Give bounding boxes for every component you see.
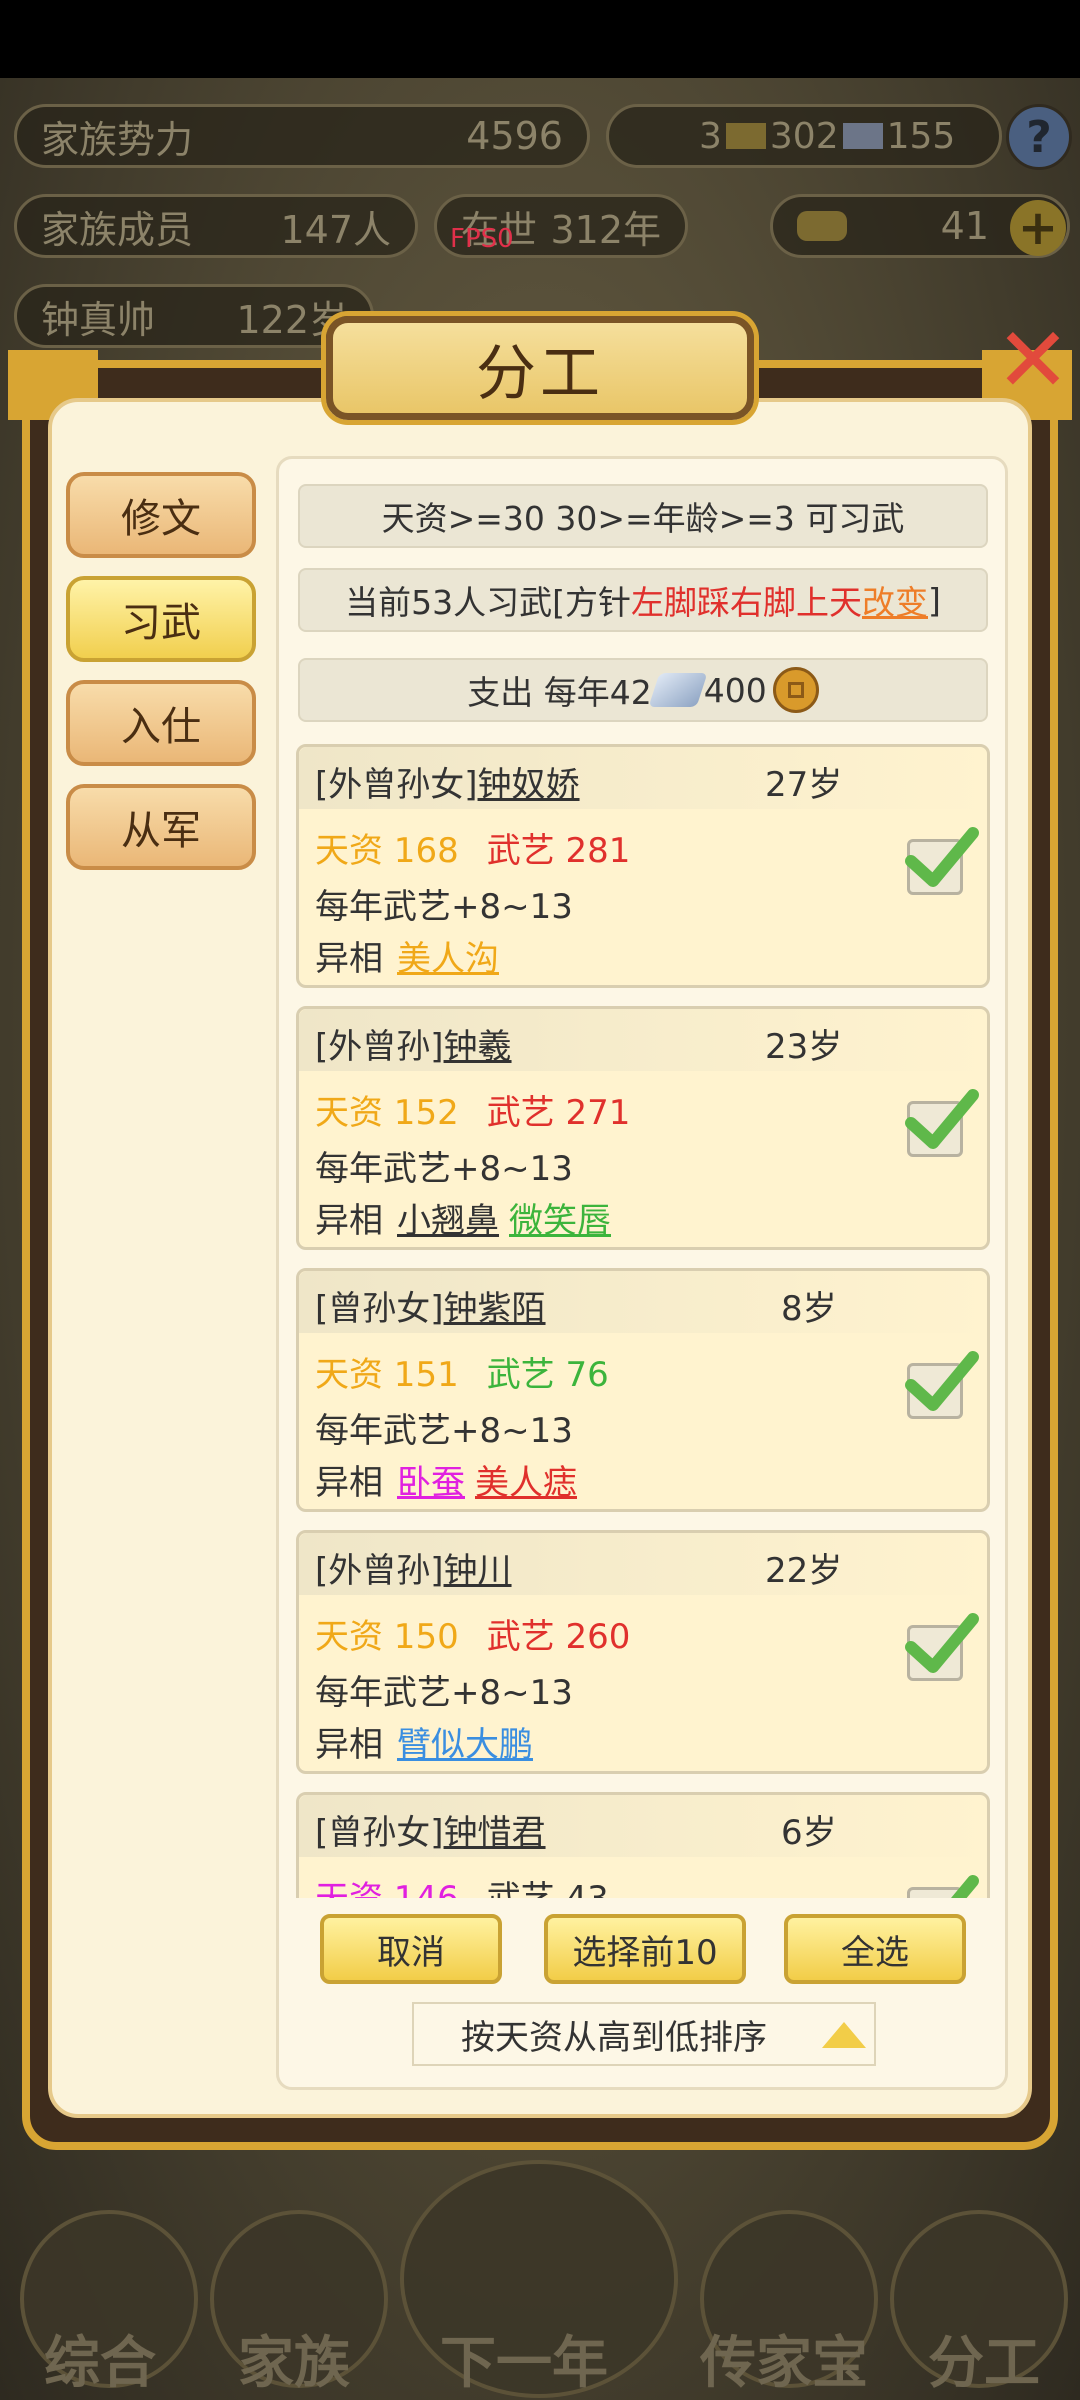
tab-study[interactable]: 修文	[66, 472, 256, 558]
members-label: 家族成员	[41, 207, 194, 252]
candidate-traits: 异相 小翘鼻 微笑唇	[315, 1201, 611, 1241]
dialog-title: 分工	[476, 338, 604, 409]
fps-counter: FPS0	[450, 224, 514, 254]
candidate-age: 6岁	[781, 1813, 837, 1853]
candidate-name: [外曾孙]钟川	[315, 1551, 512, 1591]
nav-division-label: 分工	[928, 2331, 1040, 2396]
sort-label: 按天资从高到低排序	[461, 2017, 767, 2058]
requirement-bar: 天资>=30 30>=年龄>=3 可习武	[298, 484, 988, 548]
current-policy-bar: 当前53人习武[方针 左脚踩右脚上天 改变]	[298, 568, 988, 632]
clan-power-pill: 家族势力 4596	[14, 104, 590, 168]
nav-general-label: 综合	[44, 2331, 156, 2396]
dialog-title-plate: 分工	[326, 316, 754, 420]
members-pill: 家族成员 147人	[14, 194, 418, 258]
select-all-button[interactable]: 全选	[784, 1914, 966, 1984]
tab-army[interactable]: 从军	[66, 784, 256, 870]
candidate-growth: 每年武艺+8~13	[315, 1673, 573, 1713]
sort-dropdown[interactable]: 按天资从高到低排序	[412, 2002, 876, 2066]
silver-ingot-icon	[842, 123, 883, 149]
candidate-name: [外曾孙]钟羲	[315, 1027, 512, 1067]
gold-ingot-icon	[725, 123, 766, 149]
candidate-stats: 天资 146武艺 43	[315, 1871, 609, 1898]
add-ingot-icon[interactable]: +	[1010, 200, 1066, 256]
select-top10-button[interactable]: 选择前10	[544, 1914, 746, 1984]
candidate-traits: 异相 美人沟	[315, 939, 499, 979]
expense-label: 支出 每年42	[467, 673, 652, 712]
checkmark-icon	[905, 827, 979, 887]
nav-next-year-label: 下一年	[440, 2331, 608, 2396]
copper-coin-icon	[772, 667, 819, 713]
candidate-growth: 每年武艺+8~13	[315, 1149, 573, 1189]
clan-power-value: 4596	[466, 114, 563, 158]
candidate-growth: 每年武艺+8~13	[315, 887, 573, 927]
expense-coin: 400	[703, 670, 767, 710]
current-policy: 左脚踩右脚上天	[631, 583, 862, 622]
candidate-growth: 每年武艺+8~13	[315, 1411, 573, 1451]
candidate-age: 22岁	[765, 1551, 843, 1591]
list-item[interactable]: [外曾孙女]钟奴娇 27岁 天资 168 武艺 281 每年武艺+8~13 异相美…	[296, 744, 990, 988]
leader-pill: 钟真帅 122岁	[14, 284, 374, 348]
silver-value: 302	[769, 115, 839, 157]
tab-martial[interactable]: 习武	[66, 576, 256, 662]
currency-pill: 3 302 155	[606, 104, 1002, 168]
requirement-text: 天资>=30 30>=年龄>=3 可习武	[381, 499, 905, 538]
ingot-value: 41	[940, 204, 989, 248]
candidate-stats: 天资 151 武艺 76	[315, 1355, 609, 1395]
list-item[interactable]: [曾孙女]钟紫陌 8岁 天资 151 武艺 76 每年武艺+8~13 异相 卧蚕 美人…	[296, 1268, 990, 1512]
list-item[interactable]: [曾孙女]钟惜君 6岁 天资 146武艺 43	[296, 1792, 990, 1898]
tab-office[interactable]: 入仕	[66, 680, 256, 766]
coin-value: 155	[886, 115, 956, 157]
checkmark-icon	[951, 1875, 979, 1898]
candidate-stats: 天资 152 武艺 271	[315, 1093, 631, 1133]
list-item[interactable]: [外曾孙]钟川 22岁 天资 150 武艺 260 每年武艺+8~13 异相 臂似大…	[296, 1530, 990, 1774]
candidate-stats: 天资 168 武艺 281	[315, 831, 631, 871]
candidate-list[interactable]: [外曾孙女]钟奴娇 27岁 天资 168 武艺 281 每年武艺+8~13 异相美…	[296, 744, 992, 1898]
checkmark-icon	[905, 1613, 979, 1673]
candidate-age: 23岁	[765, 1027, 843, 1067]
generation-value: 312年	[550, 207, 661, 252]
ingot-icon	[797, 211, 847, 241]
list-item[interactable]: [外曾孙]钟羲 23岁 天资 152 武艺 271 每年武艺+8~13 异相 小翘鼻…	[296, 1006, 990, 1250]
candidate-stats: 天资 150 武艺 260	[315, 1617, 631, 1657]
clan-power-label: 家族势力	[41, 117, 194, 162]
close-icon[interactable]: ✕	[990, 316, 1076, 406]
checkmark-icon	[905, 1351, 979, 1411]
candidate-name: [曾孙女]钟惜君	[315, 1813, 546, 1853]
members-value: 147人	[280, 207, 391, 252]
candidate-name: [曾孙女]钟紫陌	[315, 1289, 546, 1329]
silver-ingot-icon	[648, 673, 708, 707]
checkmark-icon	[905, 1089, 979, 1149]
candidate-age: 8岁	[781, 1289, 837, 1329]
current-suffix: ]	[928, 580, 941, 620]
gold-value: 3	[699, 115, 722, 157]
current-prefix: 当前53人习武[方针	[345, 583, 631, 622]
leader-name: 钟真帅	[41, 297, 156, 342]
candidate-traits: 异相 臂似大鹏	[315, 1725, 533, 1765]
help-icon[interactable]: ?	[1006, 104, 1072, 170]
cancel-button[interactable]: 取消	[320, 1914, 502, 1984]
change-policy-link[interactable]: 改变	[862, 576, 928, 624]
expense-bar: 支出 每年42 400	[298, 658, 988, 722]
candidate-age: 27岁	[765, 765, 843, 805]
candidate-traits: 异相 卧蚕 美人痣	[315, 1463, 577, 1503]
triangle-up-icon	[822, 2022, 866, 2048]
nav-heirloom-label: 传家宝	[700, 2331, 868, 2396]
nav-clan-label: 家族	[238, 2331, 350, 2396]
candidate-name: [外曾孙女]钟奴娇	[315, 765, 580, 805]
